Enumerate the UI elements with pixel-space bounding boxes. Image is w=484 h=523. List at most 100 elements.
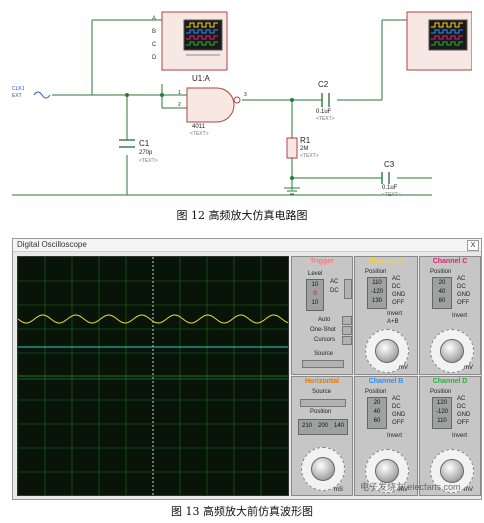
gate-text-tag: <TEXT>: [190, 131, 209, 137]
channel-c-position-label: Position: [430, 269, 452, 275]
trigger-ac-label[interactable]: AC: [330, 279, 338, 285]
horizontal-unit: mS: [334, 487, 343, 493]
channel-c-opt-ac[interactable]: AC: [457, 275, 465, 283]
gate-pin-2: 2: [178, 102, 181, 108]
channel-d-opt-dc[interactable]: DC: [457, 403, 466, 411]
channel-a-value-2: -120: [370, 289, 383, 295]
channel-c-title: Channel C: [432, 258, 468, 265]
figure-13-caption: 图 13 高频放大前仿真波形图: [171, 505, 313, 518]
resistor-symbol: [286, 137, 298, 159]
virtual-scope-right: [406, 11, 473, 71]
channel-a-position-spinner[interactable]: 110 -120 130: [367, 277, 387, 309]
watermark: 电子发烧友 elecfans.com: [360, 482, 461, 492]
channel-d-position-spinner[interactable]: 120 -120 110: [432, 397, 452, 429]
channel-b-opt-off[interactable]: OFF: [392, 419, 404, 427]
channel-b-opt-ac[interactable]: AC: [392, 395, 400, 403]
channel-a-opt-dc[interactable]: DC: [392, 283, 401, 291]
scope-ch-a-pin: A: [152, 16, 157, 22]
channel-a-opt-off[interactable]: OFF: [392, 299, 404, 307]
channel-a-opt-gnd[interactable]: GND: [392, 291, 405, 299]
channel-b-position-spinner[interactable]: 20 40 60: [367, 397, 387, 429]
channel-b-invert-label[interactable]: Invert: [387, 433, 402, 439]
channel-d-opt-off[interactable]: OFF: [457, 419, 469, 427]
channel-c-opt-off[interactable]: OFF: [457, 299, 469, 307]
horizontal-knob[interactable]: [311, 457, 335, 481]
circuit-schematic: A B C D U1:A 4011 <TEXT> 1 2 3 CLK1 EXT …: [12, 0, 473, 200]
trigger-cursors-label[interactable]: Cursors: [314, 337, 335, 343]
channel-d-position-label: Position: [430, 389, 452, 395]
channel-d-opt-ac[interactable]: AC: [457, 395, 465, 403]
trigger-panel: Trigger Level 10 0 10 AC DC Auto One-Sho…: [291, 256, 353, 375]
c3-name: C3: [384, 160, 395, 169]
source-label: CLK1: [12, 86, 25, 92]
channel-c-knob[interactable]: [440, 339, 464, 363]
c2-value: 0.1uF: [316, 109, 332, 115]
channel-d-opt-gnd[interactable]: GND: [457, 411, 470, 419]
close-button[interactable]: X: [467, 240, 479, 251]
trigger-auto-label[interactable]: Auto: [318, 317, 330, 323]
signal-source-symbol: [33, 91, 51, 99]
trigger-dc-label[interactable]: DC: [330, 288, 339, 294]
source-sub-label: EXT: [12, 93, 22, 99]
channel-c-opt-dc[interactable]: DC: [457, 283, 466, 291]
trigger-level-value-3: 10: [311, 300, 319, 306]
oscilloscope-window: Digital Oscilloscope X Trigger Level 10 …: [12, 238, 482, 500]
trigger-auto-button[interactable]: [342, 316, 352, 325]
trigger-level-label: Level: [308, 271, 323, 277]
channel-b-value-3: 60: [373, 418, 381, 424]
channel-a-invert-label[interactable]: Invert: [387, 311, 402, 317]
trigger-level-spinner[interactable]: 10 0 10: [306, 279, 324, 311]
trigger-coupling-switch[interactable]: [344, 279, 352, 299]
r1-text-tag: <TEXT>: [300, 153, 319, 159]
scope-ch-d-pin: D: [152, 55, 157, 61]
channel-d-value-2: -120: [435, 409, 448, 415]
capacitor-symbols: [119, 93, 390, 184]
gate-part: 4011: [192, 124, 205, 130]
channel-a-position-label: Position: [365, 269, 387, 275]
c2-text-tag: <TEXT>: [316, 116, 335, 122]
channel-c-value-1: 20: [438, 280, 446, 286]
trigger-oneshot-label[interactable]: One-Shot: [310, 327, 336, 333]
channel-a-knob[interactable]: [375, 339, 399, 363]
screen-grid-and-traces: [17, 257, 289, 495]
channel-d-value-3: 110: [437, 418, 447, 424]
channel-b-opt-dc[interactable]: DC: [392, 403, 401, 411]
nand-gate-symbol: [186, 87, 241, 123]
channel-c-invert-label[interactable]: Invert: [452, 313, 467, 319]
channel-d-invert-label[interactable]: Invert: [452, 433, 467, 439]
channel-c-opt-gnd[interactable]: GND: [457, 291, 470, 299]
c1-text-tag: <TEXT>: [139, 158, 158, 164]
horizontal-value-2: 200: [317, 423, 328, 429]
channel-d-unit: mV: [464, 487, 473, 493]
c2-name: C2: [318, 80, 329, 89]
channel-c-panel: Channel C Position 20 40 60 AC DC GND OF…: [419, 256, 481, 375]
channel-b-opt-gnd[interactable]: GND: [392, 411, 405, 419]
channel-c-position-spinner[interactable]: 20 40 60: [432, 277, 452, 309]
trigger-source-slider[interactable]: [302, 360, 344, 368]
channel-a-value-1: 110: [372, 280, 382, 286]
channel-b-title: Channel B: [368, 378, 404, 385]
channel-a-sum-label[interactable]: A+B: [387, 319, 399, 325]
gate-pin-1: 1: [178, 90, 181, 96]
horizontal-source-slider[interactable]: [300, 399, 346, 407]
horizontal-value-3: 140: [333, 423, 344, 429]
horizontal-position-spinner[interactable]: 210 200 140: [298, 419, 348, 435]
trigger-source-label: Source: [314, 351, 334, 357]
channel-a-panel: Channel A Position 110 -120 130 AC DC GN…: [354, 256, 418, 375]
scope-ch-b-pin: B: [152, 29, 157, 35]
channel-d-value-1: 120: [436, 400, 447, 406]
c1-value: 270p: [139, 150, 153, 156]
channel-c-value-3: 60: [438, 298, 446, 304]
virtual-scope-left: [161, 11, 228, 71]
channel-a-title: Channel A: [368, 258, 404, 265]
trigger-cursors-button[interactable]: [342, 336, 352, 345]
horizontal-panel: Horizontal Source Position 210 200 140 m…: [291, 376, 353, 496]
trigger-oneshot-button[interactable]: [342, 326, 352, 335]
c3-text-tag: <TEXT>: [382, 192, 401, 198]
channel-d-panel: Channel D Position 120 -120 110 AC DC GN…: [419, 376, 481, 496]
channel-b-position-label: Position: [365, 389, 387, 395]
gate-pin-3: 3: [244, 92, 247, 98]
channel-c-value-2: 40: [438, 289, 446, 295]
c1-name: C1: [139, 139, 150, 148]
channel-a-opt-ac[interactable]: AC: [392, 275, 400, 283]
